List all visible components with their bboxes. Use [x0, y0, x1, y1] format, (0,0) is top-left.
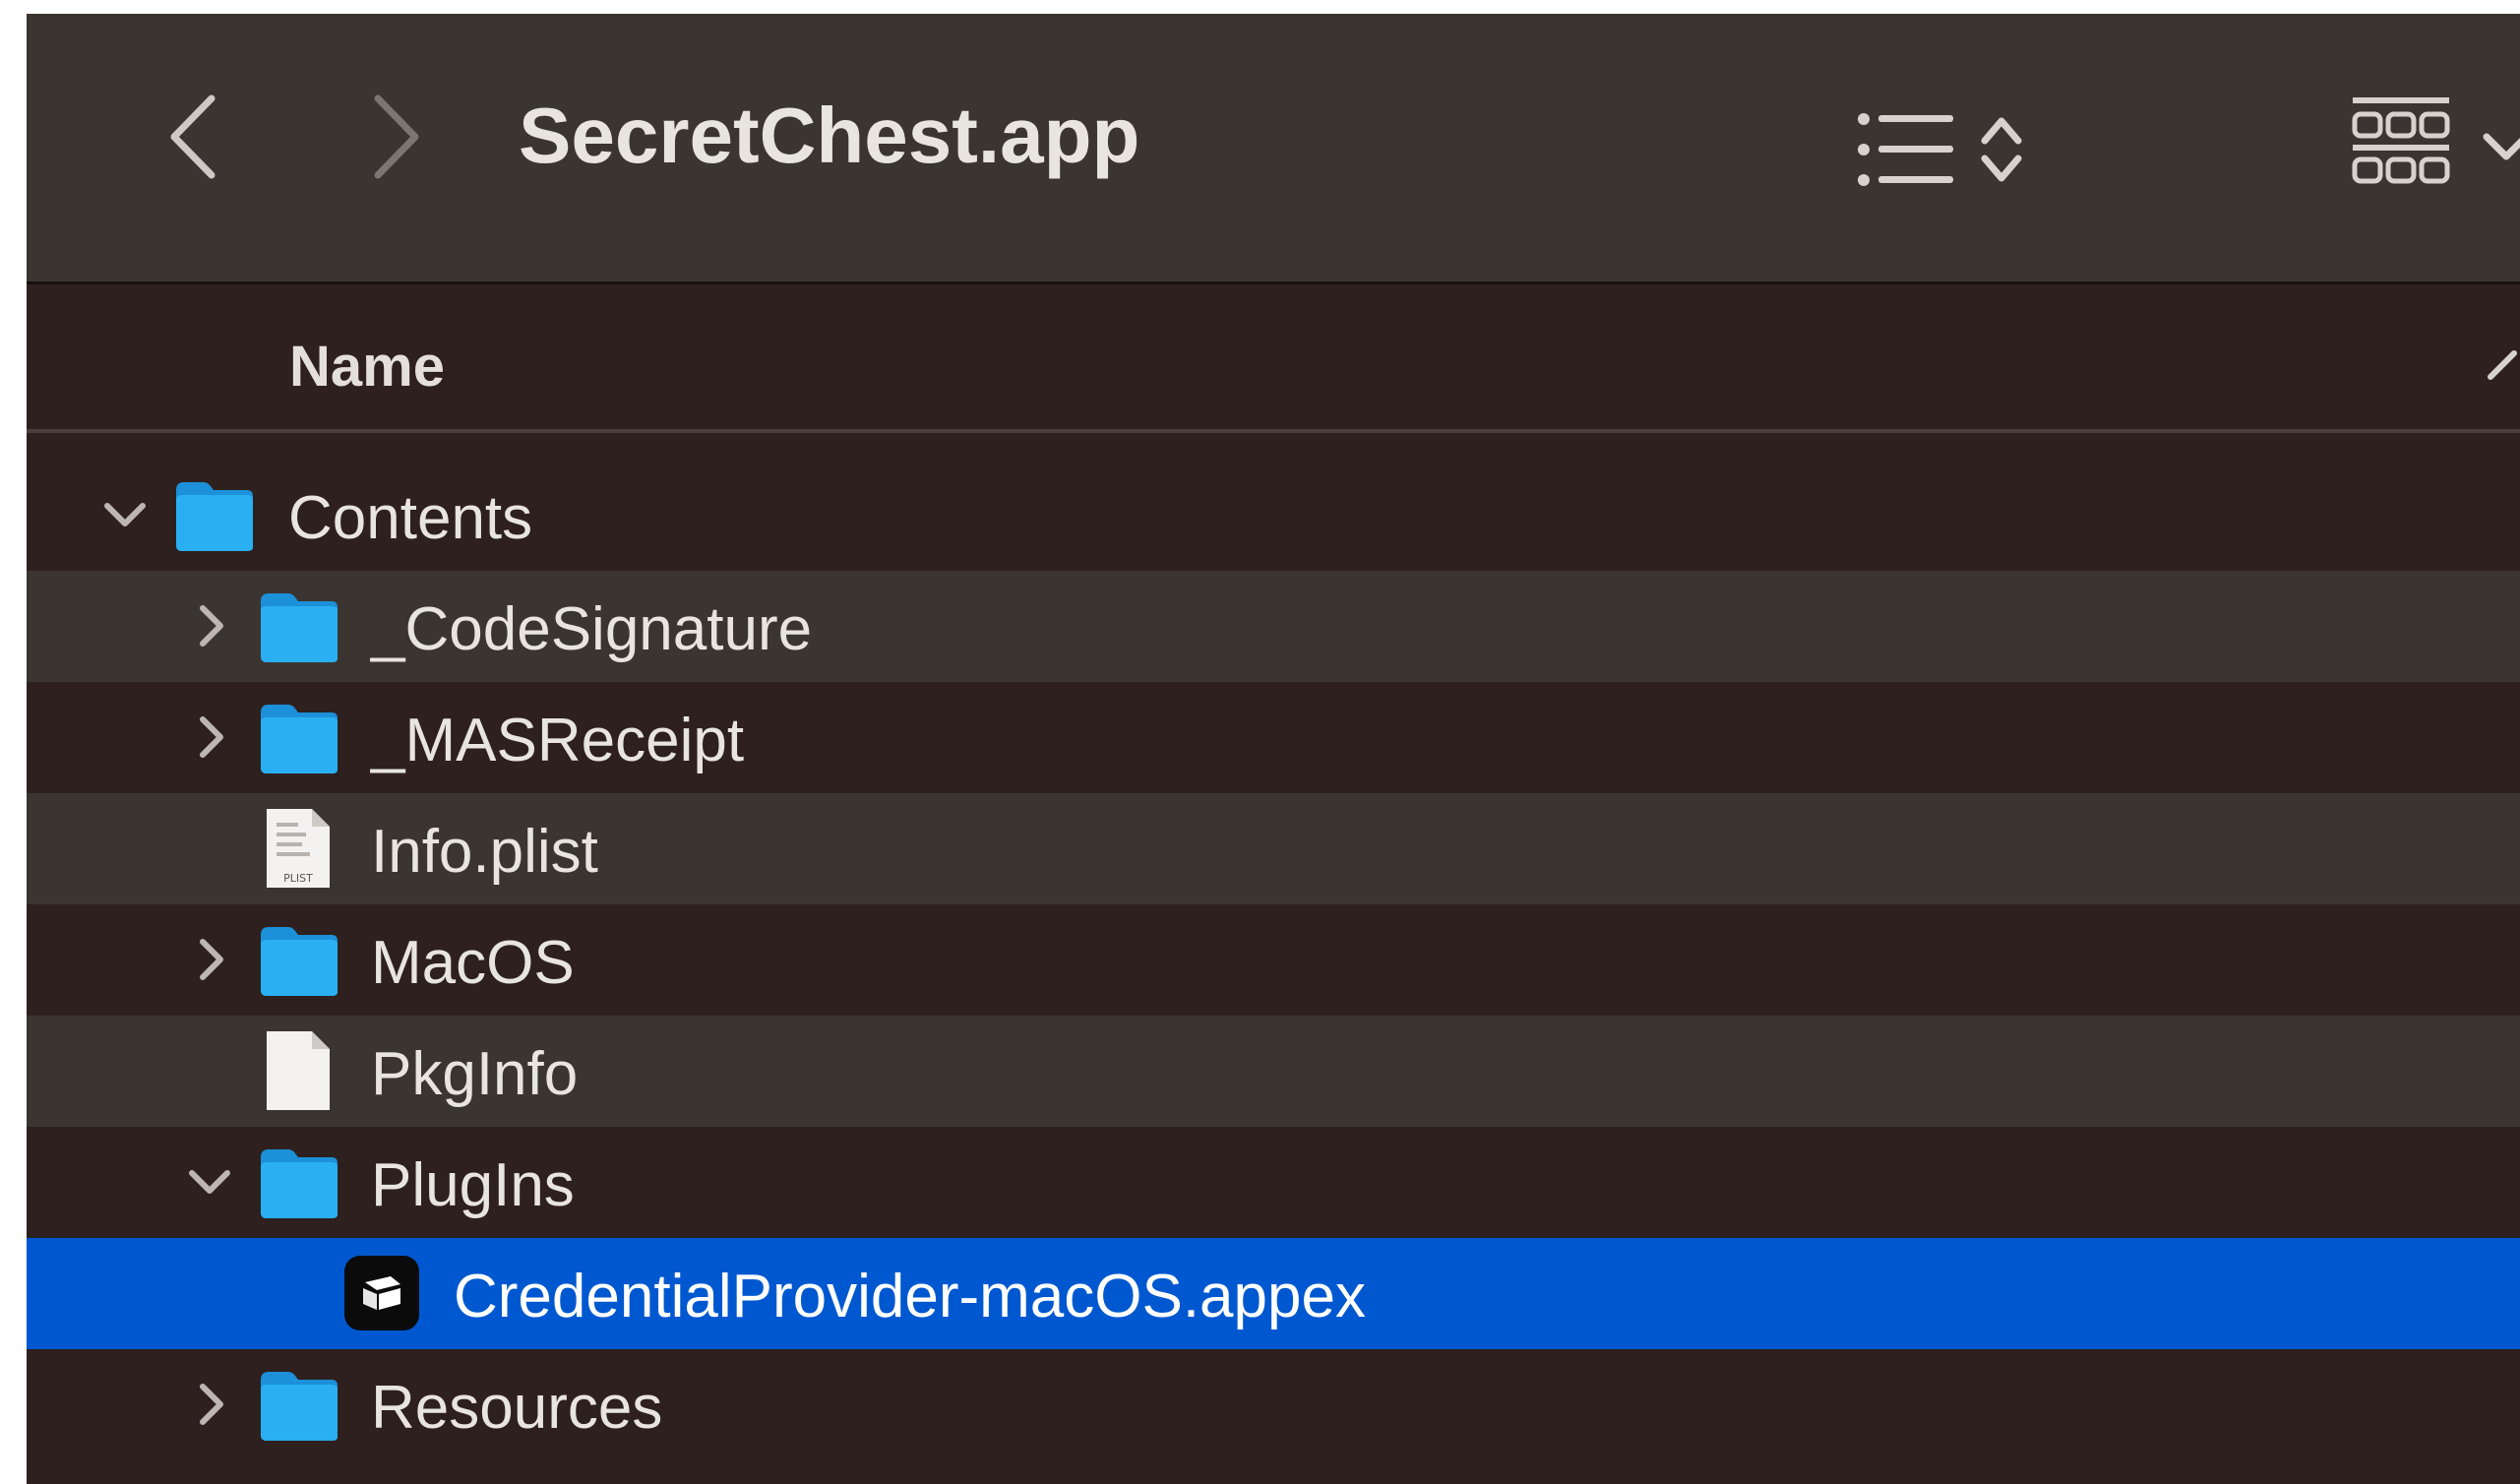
plist-badge: PLIST — [283, 872, 313, 885]
list-item[interactable]: PLIST Info.plist — [27, 793, 2520, 904]
document-icon — [267, 1031, 330, 1110]
list-item-label: _CodeSignature — [371, 595, 813, 663]
list-item[interactable]: PkgInfo — [27, 1016, 2520, 1127]
list-item[interactable]: _CodeSignature — [27, 571, 2520, 682]
app-extension-icon — [344, 1256, 419, 1330]
chevron-right-icon — [200, 1384, 223, 1425]
toolbar: SecretChest.app — [27, 14, 2520, 284]
list-item-label: _MASReceipt — [371, 707, 745, 774]
disclosure-triangle[interactable] — [184, 710, 239, 765]
folder-icon — [261, 927, 338, 996]
name-column-header[interactable]: Name — [289, 334, 445, 400]
chevron-right-icon — [200, 716, 223, 758]
list-item-label: Resources — [371, 1374, 663, 1442]
plist-file-icon: PLIST — [267, 809, 330, 888]
folder-icon — [176, 482, 253, 551]
list-item[interactable]: PlugIns — [27, 1127, 2520, 1238]
back-button[interactable] — [150, 83, 238, 191]
list-item-label: MacOS — [371, 929, 575, 997]
disclosure-triangle[interactable] — [184, 932, 239, 987]
list-item-label: Info.plist — [371, 818, 598, 886]
list-item-selected[interactable]: CredentialProvider-macOS.appex — [27, 1238, 2520, 1349]
chevron-right-icon — [200, 939, 223, 980]
gallery-grid-icon — [2352, 97, 2520, 184]
disclosure-triangle[interactable] — [184, 1377, 239, 1432]
list-item-label: CredentialProvider-macOS.appex — [454, 1263, 1366, 1330]
disclosure-triangle[interactable] — [182, 1154, 237, 1209]
window-title: SecretChest.app — [519, 92, 1140, 179]
file-list: Contents _CodeSignature _MASReceipt PLIS… — [27, 460, 2520, 1460]
chevron-down-icon — [189, 1170, 230, 1194]
list-item[interactable]: MacOS — [27, 904, 2520, 1016]
chevron-right-icon — [374, 94, 419, 179]
folder-icon — [261, 1149, 338, 1218]
view-options-button[interactable] — [1857, 100, 2044, 199]
sort-chevron-icon[interactable] — [2481, 336, 2520, 395]
folder-icon — [261, 593, 338, 662]
folder-icon — [261, 1372, 338, 1441]
list-view-icon — [1858, 113, 1953, 186]
list-item[interactable]: _MASReceipt — [27, 682, 2520, 793]
column-header: Name — [27, 284, 2520, 433]
disclosure-triangle[interactable] — [184, 598, 239, 653]
disclosure-triangle[interactable] — [97, 487, 153, 542]
finder-window: SecretChest.app Name Contents _CodeSigna… — [27, 14, 2520, 1484]
chevron-left-icon — [170, 94, 215, 179]
chevron-up-down-icon — [1981, 117, 2022, 182]
folder-icon — [261, 705, 338, 773]
group-options-button[interactable] — [2349, 83, 2520, 211]
chevron-down-icon — [104, 503, 146, 526]
list-item[interactable]: Resources — [27, 1349, 2520, 1460]
list-item-label: Contents — [288, 484, 533, 552]
list-item-label: PlugIns — [371, 1151, 575, 1219]
list-item[interactable]: Contents — [27, 460, 2520, 571]
list-item-label: PkgInfo — [371, 1040, 579, 1108]
chevron-right-icon — [200, 605, 223, 647]
forward-button[interactable] — [351, 83, 440, 191]
